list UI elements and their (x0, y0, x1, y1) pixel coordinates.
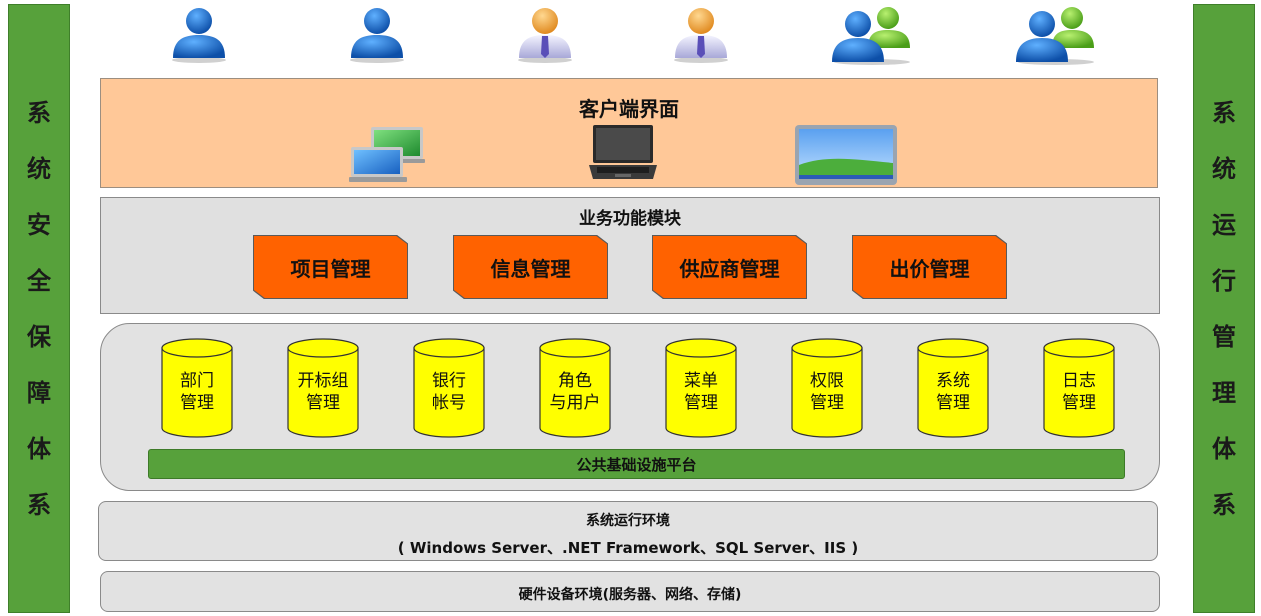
left-bar-char: 障 (27, 378, 51, 407)
client-interface-title: 客户端界面 (579, 97, 679, 121)
db-cylinder: 银行 帐号 (413, 338, 485, 438)
manager-icon (518, 8, 572, 63)
operation-management-bar: 系 统 运 行 管 理 体 系 (1193, 4, 1255, 613)
db-cylinder: 系统 管理 (917, 338, 989, 438)
db-cylinder: 菜单 管理 (665, 338, 737, 438)
db-cylinder: 权限 管理 (791, 338, 863, 438)
cylinder-label: 管理 (306, 393, 340, 413)
right-bar-char: 行 (1212, 266, 1236, 295)
db-cylinder: 日志 管理 (1043, 338, 1115, 438)
cylinder-label: 管理 (684, 393, 718, 413)
left-bar-char: 体 (27, 434, 51, 463)
cylinder-label: 管理 (936, 393, 970, 413)
db-cylinder: 部门 管理 (161, 338, 233, 438)
user-icon (350, 8, 404, 63)
tablets-icon (349, 127, 425, 182)
user-group-icon (832, 7, 910, 65)
security-system-bar: 系 统 安 全 保 障 体 系 (8, 4, 70, 613)
left-bar-char: 安 (27, 210, 51, 239)
monitor-icon (795, 125, 897, 185)
infrastructure-panel: 部门 管理 开标组 管理 银行 帐号 角色 与用户 菜单 管理 权限 管理 系统 管理 日志管… (100, 323, 1160, 491)
public-infrastructure-platform: 公共基础设施平台 (148, 449, 1125, 479)
user-icon (172, 8, 226, 63)
left-bar-char: 保 (27, 322, 51, 351)
cylinder-label: 角色 (558, 371, 592, 391)
client-interface-panel: 客户端界面 (100, 78, 1158, 188)
cylinder-label: 与用户 (549, 393, 601, 413)
cylinder-label: 部门 (180, 371, 214, 391)
right-bar-char: 统 (1212, 154, 1236, 183)
hardware-environment-title: 硬件设备环境(服务器、网络、存储) (518, 587, 742, 603)
right-bar-char: 运 (1212, 210, 1236, 239)
laptop-icon (589, 125, 657, 179)
module-supplier-management: 供应商管理 (653, 236, 806, 298)
right-bar-char: 系 (1212, 490, 1236, 519)
cylinder-label: 日志 (1062, 371, 1096, 391)
right-bar-char: 理 (1212, 378, 1236, 407)
module-info-management: 信息管理 (454, 236, 607, 298)
right-bar-char: 系 (1212, 98, 1236, 127)
right-bar-char: 体 (1212, 434, 1236, 463)
hardware-environment-panel: 硬件设备环境(服务器、网络、存储) (100, 571, 1160, 612)
right-bar-char: 管 (1212, 322, 1236, 351)
left-bar-char: 全 (27, 266, 51, 295)
runtime-environment-detail: ( Windows Server、.NET Framework、SQL Serv… (397, 539, 859, 557)
cylinder-label: 权限 (810, 371, 844, 391)
runtime-environment-title: 系统运行环境 (586, 513, 670, 529)
business-modules-panel: 业务功能模块 项目管理 信息管理 供应商管理 出价管理 (100, 197, 1160, 314)
left-bar-char: 统 (27, 154, 51, 183)
cylinder-label: 管理 (180, 393, 214, 413)
module-project-management: 项目管理 (254, 236, 407, 298)
cylinder-label: 系统 (936, 371, 970, 391)
db-cylinder: 角色 与用户 (539, 338, 611, 438)
users-row (100, 4, 1158, 68)
cylinder-label: 管理 (1062, 393, 1096, 413)
left-bar-char: 系 (27, 490, 51, 519)
user-group-icon (1016, 7, 1094, 65)
business-modules-title: 业务功能模块 (579, 209, 681, 229)
cylinder-label: 管理 (810, 393, 844, 413)
cylinder-label: 开标组 (297, 371, 349, 391)
manager-icon (674, 8, 728, 63)
left-bar-char: 系 (27, 98, 51, 127)
module-bid-management: 出价管理 (853, 236, 1006, 298)
runtime-environment-panel: 系统运行环境 ( Windows Server、.NET Framework、S… (98, 501, 1158, 561)
cylinder-label: 银行 (432, 371, 466, 391)
cylinder-label: 帐号 (432, 393, 466, 413)
cylinder-label: 菜单 (684, 371, 718, 391)
db-cylinder: 开标组 管理 (287, 338, 359, 438)
